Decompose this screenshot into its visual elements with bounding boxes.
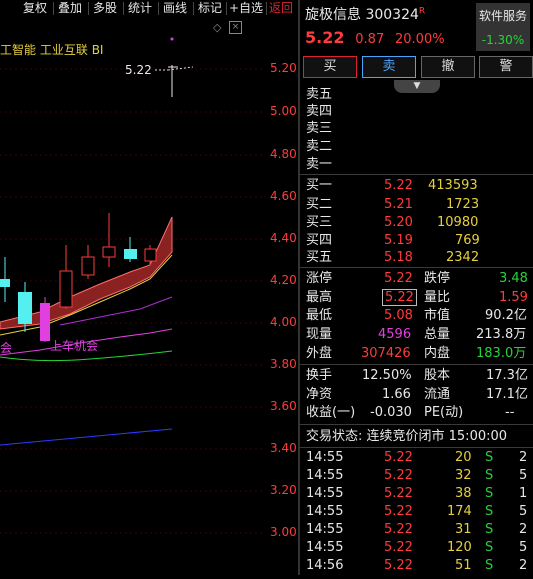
stat-row: 现量 4596 总量 213.8万 [306,327,527,342]
ma-blue-line [0,428,173,446]
stat-row: 最高 5.22 量比 1.59 [306,289,528,306]
tick-row: 14:56 5.22 51 S 2 [306,558,528,573]
annotation-opportunity-left: 会 [0,341,13,355]
tick-row: 14:55 5.22 38 S 1 [306,486,528,501]
legend-industrial-internet: 工业互联 [39,43,88,57]
legend-bi: BI [91,43,104,57]
trade-status: 交易状态: 连续竞价闭市 15:00:00 [306,429,508,444]
toolbar-divider [193,2,194,15]
axis-tick: 5.00 [270,104,297,118]
stock-name: 旋极信息 [305,7,361,23]
divider [300,424,533,425]
toolbar-draw-line[interactable]: 画线 [163,0,187,17]
buy-button[interactable]: 买 [303,56,357,78]
buy-row[interactable]: 买五 5.18 2342 [300,248,533,267]
stat-row: 换手 12.50% 股本 17.3亿 [306,368,528,383]
axis-tick: 3.60 [270,399,297,413]
sector-name: 软件服务 [478,9,527,23]
stock-flag: R [418,6,426,17]
axis-tick: 3.40 [270,441,297,455]
toolbar-divider [158,2,159,15]
quote-panel: 旋极信息 300324R 软件服务 -1.30% 5.22 0.87 20.00… [300,0,533,575]
chart-toolbar: 复权 叠加 多股 统计 画线 标记 +自选 返回 [0,0,298,17]
price-percent: 20.00% [395,32,445,47]
sell-row: 卖二 [306,139,333,154]
axis-tick: 3.80 [270,357,297,371]
axis-tick: 4.60 [270,189,297,203]
cancel-button[interactable]: 撤 [421,56,475,78]
sector-box[interactable]: 软件服务 -1.30% [476,3,530,51]
stat-row: 净资 1.66 流通 17.1亿 [306,387,528,402]
stat-row: 最低 5.08 市值 90.2亿 [306,308,527,323]
close-icon[interactable]: × [229,21,242,34]
sell-row: 卖三 [306,121,333,136]
last-price: 5.22 [305,28,345,47]
tick-row: 14:55 5.22 20 S 2 [306,450,528,465]
kline-svg [0,37,265,534]
sell-row: 卖一 [306,157,333,172]
stock-title: 旋极信息 300324R [305,4,425,24]
toolbar-statistics[interactable]: 统计 [128,0,152,17]
diamond-icon[interactable]: ◇ [213,21,221,34]
stat-row: 外盘 307426 内盘 183.0万 [306,346,527,361]
tick-row: 14:55 5.22 31 S 2 [306,522,528,537]
toolbar-divider [88,2,89,15]
axis-tick: 4.00 [270,315,297,329]
toolbar-divider [226,2,227,15]
axis-tick: 4.20 [270,273,297,287]
stock-code: 300324 [365,7,419,23]
axis-tick: 3.00 [270,525,297,539]
price-marker-label: 5.22 [125,63,152,77]
toolbar-return[interactable]: 返回 [269,0,293,17]
sector-percent: -1.30% [481,33,525,47]
toolbar-add-watchlist[interactable]: +自选 [229,0,263,17]
axis-tick: 5.20 [270,61,297,75]
toolbar-mark[interactable]: 标记 [198,0,222,17]
toolbar-divider [53,2,54,15]
axis-tick: 3.20 [270,483,297,497]
tick-row: 14:55 5.22 32 S 5 [306,468,528,483]
toolbar-divider [266,2,267,15]
toolbar-multi-stock[interactable]: 多股 [93,0,117,17]
divider [300,174,533,175]
legend-ai: 工智能 [0,43,37,57]
buy-row[interactable]: 买一 5.22 413593 [300,176,533,195]
price-line: 5.22 0.87 20.00% [305,28,445,47]
tick-row: 14:55 5.22 174 S 5 [306,504,528,519]
concept-legend: 工智能 工业互联 BI [0,41,103,58]
sell-button[interactable]: 卖 [362,56,416,78]
price-change: 0.87 [355,32,385,47]
stat-row: 涨停 5.22 跌停 3.48 [306,271,528,286]
divider [300,364,533,365]
alert-button[interactable]: 警 [479,56,533,78]
toolbar-divider [123,2,124,15]
axis-tick: 4.40 [270,231,297,245]
tick-row: 14:55 5.22 120 S 5 [306,540,528,555]
kline-chart[interactable]: 工智能 工业互联 BI 5.22 会 上车机会 ◇ × [0,17,265,575]
toolbar-fuquan[interactable]: 复权 [23,0,47,17]
buy-row[interactable]: 买二 5.21 1723 [300,195,533,214]
divider [300,267,533,268]
axis-tick: 4.80 [270,147,297,161]
annotation-opportunity: 上车机会 [50,339,99,353]
toolbar-overlay[interactable]: 叠加 [58,0,82,17]
buy-row[interactable]: 买三 5.20 10980 [300,213,533,232]
stat-row: 收益(一) -0.030 PE(动) -- [306,405,515,420]
